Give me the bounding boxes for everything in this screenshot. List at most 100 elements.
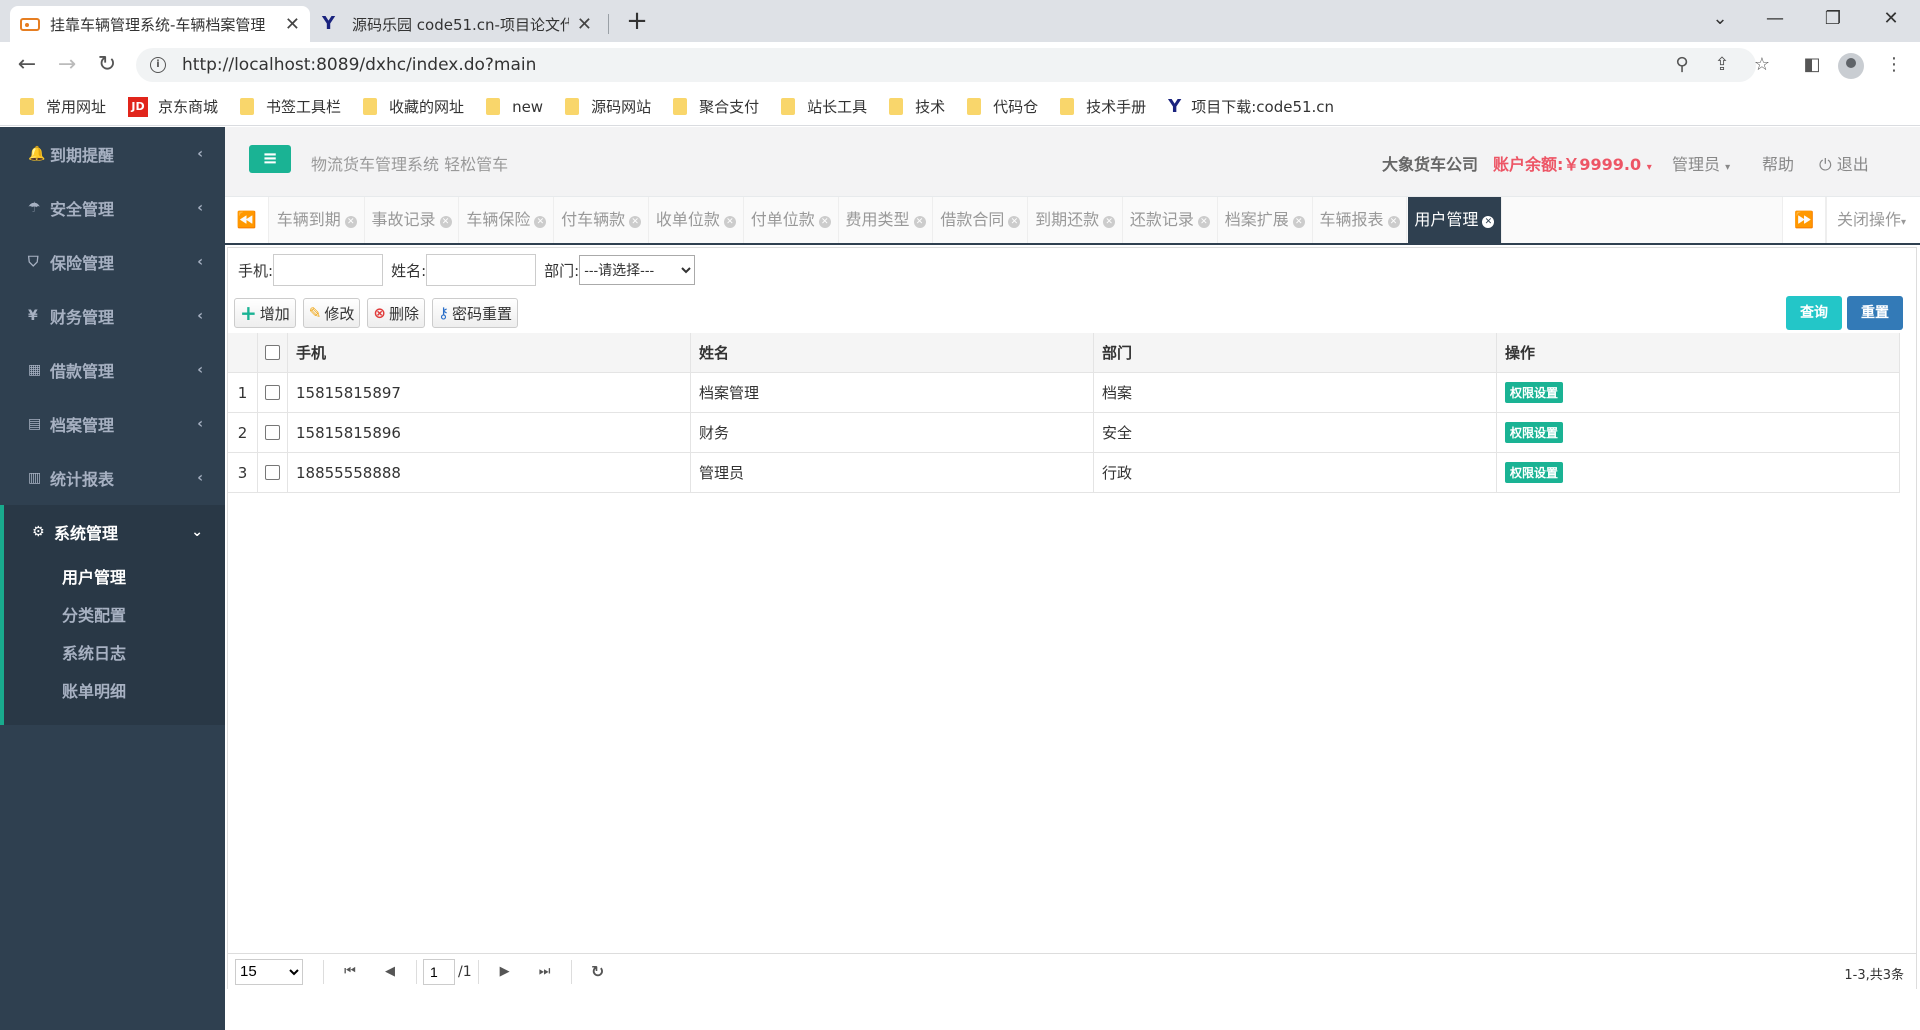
content-tab[interactable]: 档案扩展 ✕ — [1218, 197, 1313, 243]
close-tab-icon[interactable]: ✕ — [629, 216, 642, 228]
close-tab-icon[interactable]: ✕ — [1103, 216, 1116, 228]
close-tab-icon[interactable]: ✕ — [344, 216, 357, 228]
first-page-icon[interactable]: ⏮ — [330, 964, 370, 979]
sidebar-item-4[interactable]: ▦ 借款管理 ‹ — [0, 343, 225, 397]
bookmark-item[interactable]: 代码仓 — [967, 96, 1038, 117]
zoom-icon[interactable]: ⚲ — [1666, 48, 1698, 82]
bookmark-item[interactable]: 技术 — [889, 96, 945, 117]
content-tab[interactable]: 费用类型 ✕ — [839, 197, 934, 243]
close-tab-icon[interactable]: ✕ — [1387, 216, 1400, 228]
sidebar-item-2[interactable]: ⛉ 保险管理 ‹ — [0, 235, 225, 289]
close-tab-icon[interactable]: ✕ — [285, 14, 300, 35]
minimize-icon[interactable]: — — [1752, 4, 1798, 34]
content-tab[interactable]: 车辆保险 ✕ — [460, 197, 555, 243]
close-tab-icon[interactable]: ✕ — [1292, 216, 1305, 228]
permission-settings-button[interactable]: 权限设置 — [1505, 422, 1564, 443]
dept-select[interactable]: ---请选择--- — [579, 255, 696, 285]
content-tab[interactable]: 收单位款 ✕ — [649, 197, 744, 243]
sidebar-item-0[interactable]: 🔔 到期提醒 ‹ — [0, 127, 225, 181]
bookmark-item[interactable]: 常用网址 — [20, 96, 106, 117]
sidebar-subitem[interactable]: 系统日志 — [4, 635, 225, 673]
column-header-name[interactable]: 姓名 — [691, 333, 1094, 372]
logout-link[interactable]: ⏻ 退出 — [1819, 151, 1869, 175]
reload-icon[interactable]: ↻ — [92, 50, 122, 80]
browser-tab-inactive[interactable]: Y 源码乐园 code51.cn-项目论文代 ✕ — [312, 6, 602, 42]
table-row[interactable]: 1 15815815897 档案管理 档案 权限设置 — [228, 373, 1900, 413]
restore-icon[interactable]: ❐ — [1810, 4, 1856, 34]
sidebar-item-5[interactable]: ▤ 档案管理 ‹ — [0, 397, 225, 451]
tab-search-icon[interactable]: ⌄ — [1697, 4, 1743, 34]
bookmark-item[interactable]: 源码网站 — [565, 96, 651, 117]
close-operations-menu[interactable]: 关闭操作▾ — [1826, 197, 1920, 243]
help-link[interactable]: 帮助 — [1762, 151, 1794, 175]
content-tab[interactable]: 车辆到期 ✕ — [270, 197, 365, 243]
share-icon[interactable]: ⇪ — [1706, 48, 1738, 82]
url-field[interactable]: i http://localhost:8089/dxhc/index.do?ma… — [136, 48, 1756, 82]
star-icon[interactable]: ☆ — [1746, 48, 1778, 82]
column-header-dept[interactable]: 部门 — [1094, 333, 1497, 372]
reset-password-button[interactable]: ⚷ 密码重置 — [431, 298, 518, 328]
content-tab[interactable]: 用户管理 ✕ — [1407, 197, 1503, 243]
content-tab[interactable]: 到期还款 ✕ — [1028, 197, 1123, 243]
content-tab[interactable]: 付车辆款 ✕ — [554, 197, 649, 243]
refresh-icon[interactable]: ↻ — [578, 962, 618, 981]
close-tab-icon[interactable]: ✕ — [1482, 216, 1495, 228]
next-page-icon[interactable]: ▶ — [485, 964, 525, 979]
bookmark-item[interactable]: new — [486, 98, 543, 116]
bookmark-item[interactable]: JD 京东商城 — [128, 96, 218, 117]
sidebar-item-3[interactable]: ¥ 财务管理 ‹ — [0, 289, 225, 343]
row-checkbox[interactable] — [265, 465, 280, 480]
bookmark-item[interactable]: 聚合支付 — [673, 96, 759, 117]
tabs-scroll-right-icon[interactable]: ⏩ — [1782, 197, 1826, 243]
sidebar-subitem[interactable]: 分类配置 — [4, 597, 225, 635]
browser-tab-active[interactable]: 挂靠车辆管理系统-车辆档案管理 ✕ — [10, 6, 310, 42]
menu-toggle-button[interactable]: ≡ — [249, 145, 291, 173]
side-panel-icon[interactable]: ◧ — [1796, 48, 1828, 82]
prev-page-icon[interactable]: ◀ — [370, 964, 410, 979]
select-all-checkbox[interactable] — [265, 345, 280, 360]
page-number-input[interactable] — [423, 958, 455, 985]
close-tab-icon[interactable]: ✕ — [1008, 216, 1021, 228]
last-page-icon[interactable]: ⏭ — [525, 964, 565, 979]
close-tab-icon[interactable]: ✕ — [913, 216, 926, 228]
query-button[interactable]: 查询 — [1786, 296, 1842, 330]
table-row[interactable]: 2 15815815896 财务 安全 权限设置 — [228, 413, 1900, 453]
bookmark-item[interactable]: 技术手册 — [1060, 96, 1146, 117]
more-menu-icon[interactable]: ⋮ — [1878, 48, 1910, 82]
add-button[interactable]: + 增加 — [234, 298, 296, 328]
content-tab[interactable]: 借款合同 ✕ — [934, 197, 1029, 243]
close-tab-icon[interactable]: ✕ — [439, 216, 452, 228]
close-tab-icon[interactable]: ✕ — [723, 216, 736, 228]
content-tab[interactable]: 付单位款 ✕ — [744, 197, 839, 243]
sidebar-item-system[interactable]: ⚙ 系统管理 ⌄ — [4, 505, 225, 559]
back-icon[interactable]: ← — [12, 50, 42, 80]
profile-avatar-icon[interactable] — [1838, 53, 1864, 79]
edit-button[interactable]: ✎ 修改 — [302, 298, 361, 328]
page-size-select[interactable]: 15 — [235, 958, 303, 985]
close-tab-icon[interactable]: ✕ — [818, 216, 831, 228]
close-tab-icon[interactable]: ✕ — [534, 216, 547, 228]
permission-settings-button[interactable]: 权限设置 — [1505, 382, 1564, 403]
delete-button[interactable]: ⊗ 删除 — [367, 298, 425, 328]
table-row[interactable]: 3 18855558888 管理员 行政 权限设置 — [228, 453, 1900, 493]
close-window-icon[interactable]: ✕ — [1868, 4, 1914, 34]
tabs-scroll-left-icon[interactable]: ⏪ — [225, 197, 269, 243]
site-info-icon[interactable]: i — [150, 57, 166, 73]
bookmark-item[interactable]: Y 项目下载:code51.cn — [1168, 96, 1334, 117]
content-tab[interactable]: 事故记录 ✕ — [365, 197, 460, 243]
row-checkbox[interactable] — [265, 385, 280, 400]
sidebar-item-6[interactable]: ▥ 统计报表 ‹ — [0, 451, 225, 505]
row-checkbox[interactable] — [265, 425, 280, 440]
sidebar-subitem[interactable]: 用户管理 — [4, 559, 225, 597]
forward-icon[interactable]: → — [52, 50, 82, 80]
phone-input[interactable] — [273, 254, 384, 286]
admin-menu[interactable]: 管理员 ▾ — [1672, 151, 1730, 175]
close-tab-icon[interactable]: ✕ — [577, 14, 592, 35]
permission-settings-button[interactable]: 权限设置 — [1505, 462, 1564, 483]
bookmark-item[interactable]: 站长工具 — [781, 96, 867, 117]
reset-button[interactable]: 重置 — [1847, 296, 1903, 330]
column-header-phone[interactable]: 手机 — [288, 333, 691, 372]
new-tab-button[interactable]: + — [622, 6, 652, 36]
content-tab[interactable]: 车辆报表 ✕ — [1313, 197, 1408, 243]
sidebar-subitem[interactable]: 账单明细 — [4, 673, 225, 711]
